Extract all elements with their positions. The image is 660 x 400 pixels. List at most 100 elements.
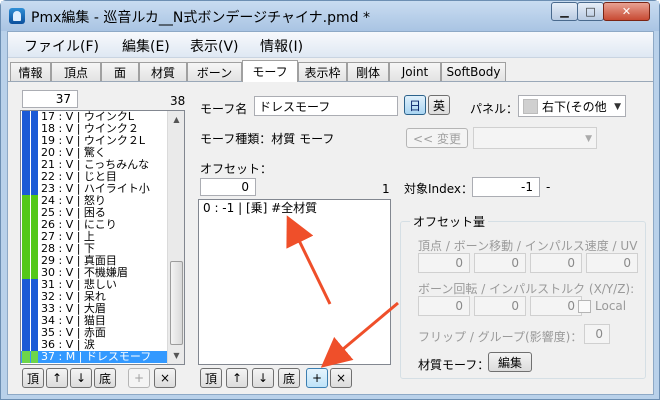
menu-info[interactable]: 情報(I): [260, 36, 303, 56]
offset-move-top-button[interactable]: 頂: [200, 368, 222, 388]
menu-file[interactable]: ファイル(F): [24, 36, 99, 56]
morph-color-swatch: [31, 243, 38, 255]
offset-move-down-button[interactable]: ↓: [252, 368, 274, 388]
row2-value-1[interactable]: 0: [418, 296, 470, 316]
morph-color-swatch: [31, 171, 38, 183]
title-bar[interactable]: Pmx編集 - 巡音ルカ__N式ボンデージチャイナ.pmd * ▁ □ ✕: [1, 1, 659, 31]
target-index-label: 対象Index：: [404, 182, 474, 196]
row2-value-2[interactable]: 0: [474, 296, 526, 316]
morph-delete-button[interactable]: ×: [154, 368, 176, 388]
morph-list-scrollbar[interactable]: ▲ ▼: [167, 111, 184, 364]
menu-bar: ファイル(F) 編集(E) 表示(V) 情報(I): [8, 32, 653, 58]
offset-move-bottom-button[interactable]: 底: [278, 368, 300, 388]
tab-morph[interactable]: モーフ: [242, 60, 298, 82]
morph-color-swatch: [22, 339, 30, 351]
tab-joint[interactable]: Joint: [389, 62, 441, 81]
morph-move-down-button[interactable]: ↓: [70, 368, 92, 388]
panel-select-value: 右下(その他: [542, 99, 607, 114]
offset-move-up-button[interactable]: ↑: [226, 368, 248, 388]
morph-type-select[interactable]: ▼: [473, 127, 597, 149]
menu-edit[interactable]: 編集(E): [122, 36, 170, 56]
morph-color-swatch: [22, 123, 30, 135]
chevron-down-icon: ▼: [585, 134, 592, 144]
tab-material[interactable]: 材質: [139, 62, 187, 81]
maximize-button[interactable]: □: [577, 2, 604, 21]
morph-color-swatch: [31, 267, 38, 279]
row1-value-1[interactable]: 0: [418, 253, 470, 273]
tab-vertex[interactable]: 頂点: [51, 62, 101, 81]
morph-color-swatch: [31, 123, 38, 135]
morph-color-swatch: [22, 255, 30, 267]
minimize-button[interactable]: ▁: [551, 2, 578, 21]
tab-face[interactable]: 面: [101, 62, 139, 81]
menu-view[interactable]: 表示(V): [190, 36, 239, 56]
row2-value-3[interactable]: 0: [530, 296, 582, 316]
lang-jp-button[interactable]: 日: [404, 95, 426, 115]
morph-color-swatch: [22, 147, 30, 159]
row1-value-2[interactable]: 0: [474, 253, 526, 273]
tab-softbody[interactable]: SoftBody: [441, 62, 506, 81]
offset-add-button[interactable]: +: [306, 368, 328, 388]
target-index-suffix: -: [546, 180, 551, 194]
local-label: Local: [595, 299, 627, 313]
chevron-down-icon: ▼: [614, 102, 621, 112]
morph-list-item[interactable]: 37 : M | ドレスモーフ: [21, 351, 184, 363]
morph-index-input[interactable]: 37: [22, 90, 78, 108]
offset-delete-button[interactable]: ×: [330, 368, 352, 388]
morph-list[interactable]: 17 : V | ウインクL 18 : V | ウインク２ 19 : V | ウイン…: [20, 110, 185, 365]
morph-count: 38: [170, 94, 186, 108]
client-area: ファイル(F) 編集(E) 表示(V) 情報(I) 情報 頂点 面 材質 ボーン…: [7, 31, 654, 395]
tab-strip: 情報 頂点 面 材質 ボーン モーフ 表示枠 剛体 Joint SoftBody: [8, 60, 653, 82]
morph-color-swatch: [22, 219, 30, 231]
tab-rigid-body[interactable]: 剛体: [347, 62, 389, 81]
morph-move-up-button[interactable]: ↑: [46, 368, 68, 388]
offset-amount-title: オフセット量: [410, 213, 489, 230]
offset-index-input[interactable]: 0: [200, 178, 256, 196]
morph-type-label: モーフ種類：材質 モーフ: [200, 132, 335, 146]
lang-en-button[interactable]: 英: [428, 95, 450, 115]
scroll-up-arrow-icon[interactable]: ▲: [169, 112, 184, 127]
panel-select[interactable]: 右下(その他 ▼: [518, 95, 626, 117]
tab-bone[interactable]: ボーン: [187, 62, 242, 81]
morph-color-swatch: [22, 327, 30, 339]
row1-value-3[interactable]: 0: [530, 253, 582, 273]
morph-color-swatch: [22, 111, 30, 123]
morph-color-swatch: [31, 351, 38, 363]
tab-display-frame[interactable]: 表示枠: [298, 62, 347, 81]
offset-label: オフセット：: [200, 162, 273, 176]
morph-color-swatch: [31, 291, 38, 303]
morph-color-swatch: [31, 147, 38, 159]
morph-color-swatch: [22, 303, 30, 315]
offset-list[interactable]: 0 : -1 | [乗] #全材質: [198, 199, 391, 365]
morph-color-swatch: [31, 111, 38, 123]
scroll-thumb[interactable]: [170, 261, 183, 345]
morph-name-label: モーフ名: [200, 102, 248, 116]
morph-move-top-button[interactable]: 頂: [22, 368, 44, 388]
morph-color-swatch: [22, 135, 30, 147]
close-button[interactable]: ✕: [603, 2, 650, 21]
local-checkbox[interactable]: [578, 300, 591, 313]
panel-color-swatch: [523, 98, 538, 114]
panel-label: パネル：: [470, 102, 519, 116]
morph-color-swatch: [22, 183, 30, 195]
morph-move-bottom-button[interactable]: 底: [94, 368, 116, 388]
target-index-input[interactable]: -1: [472, 177, 540, 197]
morph-color-swatch: [22, 267, 30, 279]
morph-add-button[interactable]: +: [128, 368, 150, 388]
scroll-down-arrow-icon[interactable]: ▼: [169, 348, 184, 363]
row1-label: 頂点 / ボーン移動 / インパルス速度 / UV: [418, 239, 638, 253]
morph-color-swatch: [22, 291, 30, 303]
morph-color-swatch: [31, 315, 38, 327]
morph-color-swatch: [31, 279, 38, 291]
morph-name-input[interactable]: ドレスモーフ: [254, 96, 398, 116]
morph-color-swatch: [31, 327, 38, 339]
offset-list-item[interactable]: 0 : -1 | [乗] #全材質: [199, 200, 390, 216]
morph-color-swatch: [31, 339, 38, 351]
row1-value-4[interactable]: 0: [586, 253, 638, 273]
morph-color-swatch: [31, 207, 38, 219]
tab-info[interactable]: 情報: [10, 62, 51, 81]
morph-color-swatch: [31, 135, 38, 147]
edit-button[interactable]: 編集: [488, 352, 532, 372]
change-button[interactable]: << 変更: [406, 128, 468, 148]
flip-group-input[interactable]: 0: [584, 324, 610, 344]
